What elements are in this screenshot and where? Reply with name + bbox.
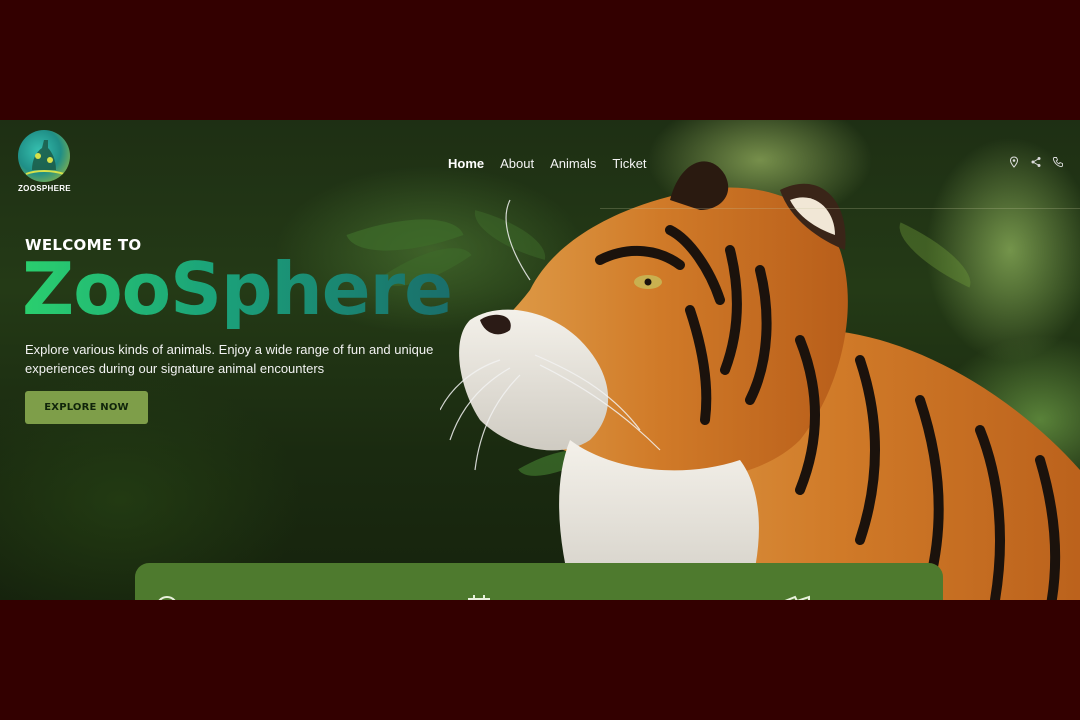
main-nav: Home About Animals Ticket: [448, 156, 647, 171]
ticket-icon: [784, 595, 810, 600]
logo[interactable]: ZOOSPHERE: [18, 130, 74, 196]
hero-section: ZOOSPHERE Home About Animals Ticket WELC…: [0, 120, 1080, 600]
logo-emblem: [18, 130, 70, 182]
brand-title: ZooSphere: [22, 244, 453, 334]
nav-animals[interactable]: Animals: [550, 156, 596, 171]
explore-now-button[interactable]: EXPLORE NOW: [25, 391, 148, 424]
giraffe-icon: [25, 140, 65, 175]
tiger-image: [440, 161, 1080, 600]
clock-icon: [158, 596, 176, 600]
info-bar: [135, 563, 943, 600]
nav-home[interactable]: Home: [448, 156, 484, 171]
nav-divider: [600, 208, 1080, 209]
nav-about[interactable]: About: [500, 156, 534, 171]
nav-icon-group: [1008, 156, 1064, 168]
location-icon[interactable]: [1008, 156, 1020, 168]
calendar-icon: [468, 595, 490, 600]
share-icon[interactable]: [1030, 156, 1042, 168]
phone-icon[interactable]: [1052, 156, 1064, 168]
hero-description: Explore various kinds of animals. Enjoy …: [25, 342, 434, 376]
nav-ticket[interactable]: Ticket: [612, 156, 646, 171]
logo-text: ZOOSPHERE: [18, 184, 71, 193]
